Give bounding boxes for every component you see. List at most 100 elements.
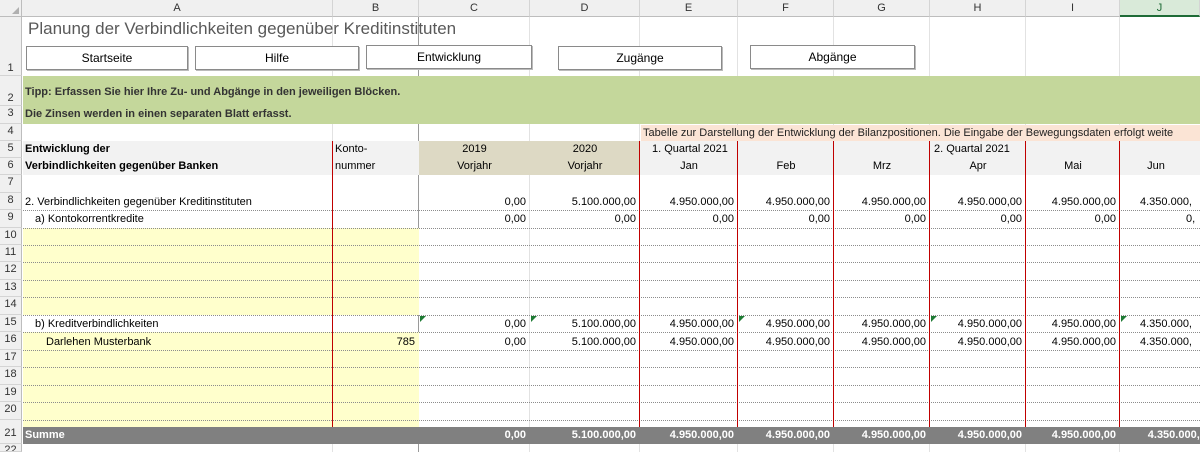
row15-value-mrz[interactable]: 4.950.000,00 xyxy=(834,318,930,330)
header-month-feb: Feb xyxy=(776,160,796,172)
row8-value-jun[interactable]: 4.350.000, xyxy=(1140,196,1192,208)
row-header-4[interactable]: 4 xyxy=(0,124,22,141)
row15-value-mai[interactable]: 4.950.000,00 xyxy=(1026,318,1120,330)
row-separator xyxy=(23,280,1200,281)
hilfe-button[interactable]: Hilfe xyxy=(195,46,359,70)
row-separator xyxy=(23,228,1200,229)
column-header-c[interactable]: C xyxy=(419,0,530,17)
row8-value-feb[interactable]: 4.950.000,00 xyxy=(738,196,834,208)
column-header-i[interactable]: I xyxy=(1026,0,1120,17)
sheet-title: Planung der Verbindlichkeiten gegenüber … xyxy=(28,19,457,38)
zugaenge-button[interactable]: Zugänge xyxy=(558,46,722,70)
row-header-8[interactable]: 8 xyxy=(0,193,22,210)
row8-value-jan[interactable]: 4.950.000,00 xyxy=(640,196,738,208)
row8-value-mrz[interactable]: 4.950.000,00 xyxy=(834,196,930,208)
header-2019: 2019 xyxy=(462,143,487,155)
summe-value-feb[interactable]: 4.950.000,00 xyxy=(738,429,834,441)
row15-label[interactable]: b) Kreditverbindlichkeiten xyxy=(35,318,159,330)
row15-value-2019[interactable]: 0,00 xyxy=(419,318,530,330)
row-header-20[interactable]: 20 xyxy=(0,402,22,420)
header-konto: Konto- xyxy=(335,143,368,155)
row-header-7[interactable]: 7 xyxy=(0,175,22,193)
row9-value-feb[interactable]: 0,00 xyxy=(738,213,834,225)
row9-value-jan[interactable]: 0,00 xyxy=(640,213,738,225)
header-month-jan: Jan xyxy=(680,160,698,172)
column-header-f[interactable]: F xyxy=(738,0,834,17)
row-header-15[interactable]: 15 xyxy=(0,315,22,332)
summe-label[interactable]: Summe xyxy=(25,429,65,441)
row16-value-mrz[interactable]: 4.950.000,00 xyxy=(834,336,930,348)
row8-label[interactable]: 2. Verbindlichkeiten gegenüber Kreditins… xyxy=(25,196,252,208)
header-2020: 2020 xyxy=(572,143,598,155)
row9-label[interactable]: a) Kontokorrentkredite xyxy=(35,213,144,225)
summe-value-2020[interactable]: 5.100.000,00 xyxy=(530,429,640,441)
row8-value-2019[interactable]: 0,00 xyxy=(419,196,530,208)
row8-value-apr[interactable]: 4.950.000,00 xyxy=(930,196,1026,208)
row15-value-jun[interactable]: 4.350.000, xyxy=(1140,318,1192,330)
summe-value-jun[interactable]: 4.350.000,00 xyxy=(1120,429,1200,441)
row-header-22[interactable]: 22 xyxy=(0,444,22,452)
row16-label[interactable]: Darlehen Musterbank xyxy=(46,336,151,348)
row-separator xyxy=(23,210,1200,211)
row9-value-apr[interactable]: 0,00 xyxy=(930,213,1026,225)
startseite-button[interactable]: Startseite xyxy=(26,46,188,70)
row-header-10[interactable]: 10 xyxy=(0,228,22,245)
row16-value-feb[interactable]: 4.950.000,00 xyxy=(738,336,834,348)
summe-value-jan[interactable]: 4.950.000,00 xyxy=(640,429,738,441)
summe-value-2019[interactable]: 0,00 xyxy=(419,429,530,441)
row-header-13[interactable]: 13 xyxy=(0,280,22,297)
entwicklung-button[interactable]: Entwicklung xyxy=(366,45,532,69)
row-separator xyxy=(23,367,1200,368)
row-separator xyxy=(23,262,1200,263)
header-q1-2021: 1. Quartal 2021 xyxy=(652,143,728,155)
row-header-18[interactable]: 18 xyxy=(0,367,22,385)
column-header-a[interactable]: A xyxy=(22,0,333,17)
row8-value-mai[interactable]: 4.950.000,00 xyxy=(1026,196,1120,208)
row15-value-jan[interactable]: 4.950.000,00 xyxy=(640,318,738,330)
row-header-6[interactable]: 6 xyxy=(0,158,22,175)
row15-value-2020[interactable]: 5.100.000,00 xyxy=(530,318,640,330)
row15-value-apr[interactable]: 4.950.000,00 xyxy=(930,318,1026,330)
row-header-3[interactable]: 3 xyxy=(0,106,22,124)
abgaenge-button[interactable]: Abgänge xyxy=(750,45,915,69)
row16-value-mai[interactable]: 4.950.000,00 xyxy=(1026,336,1120,348)
summe-value-apr[interactable]: 4.950.000,00 xyxy=(930,429,1026,441)
input-block-kontokorrent[interactable] xyxy=(23,228,419,315)
row9-value-mrz[interactable]: 0,00 xyxy=(834,213,930,225)
row16-value-jan[interactable]: 4.950.000,00 xyxy=(640,336,738,348)
tip-text: Tipp: Erfassen Sie hier Ihre Zu- und Abg… xyxy=(25,86,401,98)
column-header-b[interactable]: B xyxy=(333,0,419,17)
row16-account-number[interactable]: 785 xyxy=(333,336,419,348)
row16-value-jun[interactable]: 4.350.000, xyxy=(1140,336,1192,348)
row-separator xyxy=(23,315,1200,316)
column-header-j[interactable]: J xyxy=(1120,0,1200,17)
column-header-d[interactable]: D xyxy=(530,0,640,17)
row8-value-2020[interactable]: 5.100.000,00 xyxy=(530,196,640,208)
row15-value-feb[interactable]: 4.950.000,00 xyxy=(738,318,834,330)
column-header-g[interactable]: G xyxy=(834,0,930,17)
row-header-5[interactable]: 5 xyxy=(0,141,22,158)
summe-value-mai[interactable]: 4.950.000,00 xyxy=(1026,429,1120,441)
summe-value-mrz[interactable]: 4.950.000,00 xyxy=(834,429,930,441)
row-header-2[interactable]: 2 xyxy=(0,76,22,106)
row16-value-2020[interactable]: 5.100.000,00 xyxy=(530,336,640,348)
select-all-corner[interactable] xyxy=(0,0,22,17)
column-header-h[interactable]: H xyxy=(930,0,1026,17)
row-header-11[interactable]: 11 xyxy=(0,245,22,262)
row9-value-jun[interactable]: 0, xyxy=(1186,213,1195,225)
row-header-12[interactable]: 12 xyxy=(0,262,22,280)
row9-value-2020[interactable]: 0,00 xyxy=(530,213,640,225)
row-header-19[interactable]: 19 xyxy=(0,385,22,402)
row-header-14[interactable]: 14 xyxy=(0,297,22,315)
row16-value-apr[interactable]: 4.950.000,00 xyxy=(930,336,1026,348)
row16-value-2019[interactable]: 0,00 xyxy=(419,336,530,348)
row-header-17[interactable]: 17 xyxy=(0,350,22,367)
row-header-9[interactable]: 9 xyxy=(0,210,22,228)
column-header-e[interactable]: E xyxy=(640,0,738,17)
row-separator xyxy=(23,332,1200,333)
row-header-21[interactable]: 21 xyxy=(0,420,22,444)
row9-value-mai[interactable]: 0,00 xyxy=(1026,213,1120,225)
row-header-1[interactable]: 1 xyxy=(0,17,22,76)
row9-value-2019[interactable]: 0,00 xyxy=(419,213,530,225)
row-header-16[interactable]: 16 xyxy=(0,332,22,350)
